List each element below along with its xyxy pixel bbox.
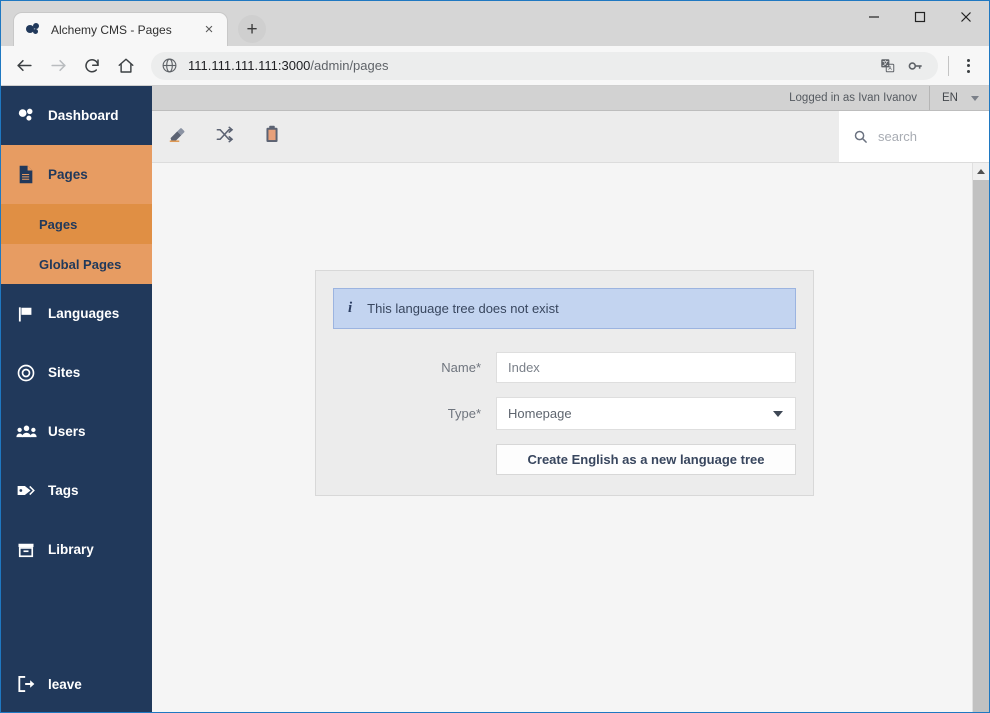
reload-icon[interactable] <box>75 49 109 83</box>
page-content: i This language tree does not exist Name… <box>152 163 989 712</box>
users-group-icon <box>15 421 37 443</box>
logged-in-status: Logged in as Ivan Ivanov <box>789 92 929 104</box>
sidebar-item-library[interactable]: Library <box>1 520 152 579</box>
archive-box-icon <box>15 539 37 561</box>
url-text: 111.111.111.111:3000/admin/pages <box>188 58 874 73</box>
create-language-tree-button[interactable]: Create English as a new language tree <box>496 444 796 475</box>
search-input[interactable]: search <box>878 129 917 144</box>
page-scrollbar[interactable] <box>972 163 989 712</box>
info-alert-text: This language tree does not exist <box>367 301 559 316</box>
clipboard-button[interactable] <box>248 111 296 163</box>
sidebar-item-label: leave <box>48 677 82 692</box>
tab-close-icon[interactable]: × <box>199 20 219 40</box>
chevron-down-icon <box>773 411 783 417</box>
key-icon[interactable] <box>902 53 928 79</box>
logout-icon <box>15 673 37 695</box>
info-icon: i <box>348 300 352 317</box>
scrollbar-track[interactable] <box>973 180 990 695</box>
flag-icon <box>15 303 37 325</box>
sidebar-item-dashboard[interactable]: Dashboard <box>1 86 152 145</box>
address-bar-actions: 文A <box>874 53 928 79</box>
info-alert: i This language tree does not exist <box>333 288 796 329</box>
sidebar-item-pages[interactable]: Pages <box>1 145 152 204</box>
forward-arrow-icon[interactable] <box>41 49 75 83</box>
clipboard-icon <box>263 125 281 149</box>
name-input[interactable]: Index <box>496 352 796 383</box>
scroll-up-arrow-icon[interactable] <box>973 163 990 180</box>
name-input-value: Index <box>508 360 540 375</box>
sidebar-item-label: Languages <box>48 306 119 321</box>
back-arrow-icon[interactable] <box>7 49 41 83</box>
search-box[interactable]: search <box>839 111 989 162</box>
tags-icon <box>15 480 37 502</box>
sidebar-subitem-pages[interactable]: Pages <box>1 204 152 244</box>
url-host: 111.111.111.111:3000 <box>188 58 310 73</box>
type-field-label: Type* <box>333 406 496 421</box>
browser-tab[interactable]: Alchemy CMS - Pages × <box>13 12 228 46</box>
sidebar-item-leave[interactable]: leave <box>1 656 152 712</box>
tab-title: Alchemy CMS - Pages <box>51 23 199 37</box>
app-topbar: Logged in as Ivan Ivanov EN <box>152 86 989 111</box>
sidebar-item-label: Tags <box>48 483 79 498</box>
sidebar-subnav: Pages Global Pages <box>1 204 152 284</box>
language-tree-form-card: i This language tree does not exist Name… <box>315 270 814 496</box>
page-toolbar: search <box>152 111 989 163</box>
maximize-icon[interactable] <box>897 1 943 33</box>
search-icon <box>853 129 868 144</box>
sidebar-item-label: Pages <box>48 167 88 182</box>
browser-window: Alchemy CMS - Pages × + <box>0 0 990 713</box>
clear-clipboard-button[interactable] <box>152 111 200 163</box>
sidebar-item-label: Users <box>48 424 86 439</box>
page-viewport: Dashboard Pages Pages Global Pages Langu… <box>1 86 989 712</box>
tab-strip: Alchemy CMS - Pages × + <box>1 1 989 46</box>
alchemy-dots-icon <box>26 22 42 38</box>
toolbar-divider <box>948 56 949 76</box>
translate-icon[interactable]: 文A <box>874 53 900 79</box>
scrollbar-thumb[interactable] <box>973 180 990 712</box>
eraser-icon <box>167 125 186 149</box>
new-tab-button[interactable]: + <box>238 15 266 43</box>
address-bar[interactable]: 111.111.111.111:3000/admin/pages 文A <box>151 52 938 80</box>
window-controls <box>851 1 989 33</box>
name-field-label: Name* <box>333 360 496 375</box>
shuffle-pages-button[interactable] <box>200 111 248 163</box>
dashboard-dots-icon <box>15 105 37 127</box>
sidebar-subitem-global-pages[interactable]: Global Pages <box>1 244 152 284</box>
kebab-menu-icon[interactable] <box>953 51 983 81</box>
sidebar-item-label: Dashboard <box>48 108 119 123</box>
language-value: EN <box>942 92 958 104</box>
sidebar-item-label: Sites <box>48 365 80 380</box>
type-select[interactable]: Homepage <box>496 397 796 430</box>
type-field-row: Type* Homepage <box>333 397 796 430</box>
sidebar-item-label: Library <box>48 542 94 557</box>
close-icon[interactable] <box>943 1 989 33</box>
language-selector[interactable]: EN <box>929 86 989 110</box>
name-field-row: Name* Index <box>333 352 796 383</box>
browser-toolbar: 111.111.111.111:3000/admin/pages 文A <box>1 46 989 86</box>
sidebar-item-tags[interactable]: Tags <box>1 461 152 520</box>
home-icon[interactable] <box>109 49 143 83</box>
submit-row: Create English as a new language tree <box>333 444 796 475</box>
main-column: Logged in as Ivan Ivanov EN <box>152 86 989 712</box>
sidebar-item-languages[interactable]: Languages <box>1 284 152 343</box>
sidebar-item-sites[interactable]: Sites <box>1 343 152 402</box>
shuffle-icon <box>215 125 234 149</box>
sidebar-item-users[interactable]: Users <box>1 402 152 461</box>
globe-icon <box>161 57 179 75</box>
page-document-icon <box>15 164 37 186</box>
target-circle-icon <box>15 362 37 384</box>
sidebar-spacer <box>1 579 152 656</box>
form-gutter <box>333 444 496 475</box>
chevron-down-icon <box>971 96 979 101</box>
app-sidebar: Dashboard Pages Pages Global Pages Langu… <box>1 86 152 712</box>
minimize-icon[interactable] <box>851 1 897 33</box>
type-select-value: Homepage <box>508 406 572 421</box>
url-path: /admin/pages <box>310 58 388 73</box>
